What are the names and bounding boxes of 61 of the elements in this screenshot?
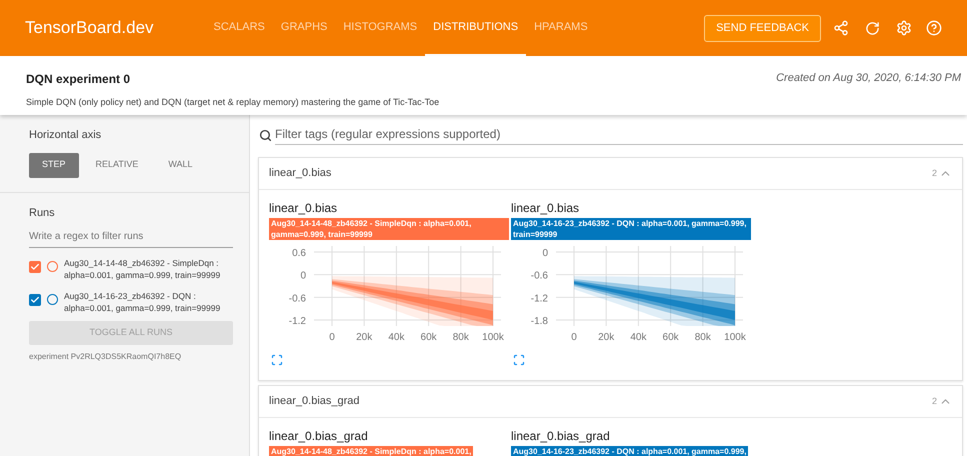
brand-title: TensorBoard.dev	[25, 17, 154, 40]
experiment-title: DQN experiment 0	[26, 71, 130, 88]
run-name: Aug30_14-14-48_zb46392 - SimpleDqn : alpha=0.001, gamma=0.999, train=99999	[64, 257, 222, 281]
section-title: linear_0.bias_grad	[269, 394, 360, 410]
tag-filter-field[interactable]: Filter tags (regular expressions supported)	[275, 125, 963, 145]
experiment-id: experiment Pv2RLQ3DS5KRaomQI7h8EQ	[29, 351, 182, 363]
y-tick-label: -0.6	[288, 293, 306, 304]
experiment-description: Simple DQN (only policy net) and DQN (target net & replay memory) mastering the game of Tic-Tac-Toe	[26, 96, 440, 109]
nav-tab[interactable]: HISTOGRAMS	[335, 0, 426, 56]
axis-option[interactable]: WALL	[155, 152, 206, 178]
run-name: Aug30_14-16-23_zb46392 - DQN : alpha=0.001, gamma=0.999, train=99999	[64, 290, 222, 314]
axis-option[interactable]: RELATIVE	[82, 152, 152, 178]
x-tick-label: 60k	[420, 332, 437, 343]
chart-title: linear_0.bias	[511, 200, 580, 217]
runs-label: Runs	[29, 206, 56, 220]
chart-title: linear_0.bias_grad	[269, 428, 368, 445]
y-tick-label: 0	[542, 248, 548, 259]
run-filter-field[interactable]: Write a regex to filter runs	[29, 229, 233, 248]
axis-label: Horizontal axis	[29, 128, 102, 143]
nav-tab[interactable]: GRAPHS	[272, 0, 336, 56]
y-tick-label: -1.8	[530, 316, 548, 327]
x-tick-label: 100k	[482, 332, 504, 343]
run-label: Aug30_14-16-23_zb46392 - DQN : alpha=0.001, gamma=0.999,	[511, 446, 748, 456]
x-tick-label: 20k	[598, 332, 614, 343]
refresh-icon[interactable]	[865, 20, 880, 36]
toggle-all-runs-button[interactable]: TOGGLE ALL RUNS	[29, 321, 233, 345]
chart-title: linear_0.bias_grad	[511, 428, 610, 445]
help-icon[interactable]	[926, 20, 942, 36]
x-tick-label: 40k	[630, 332, 646, 343]
x-tick-label: 60k	[662, 332, 679, 343]
nav-tab[interactable]: HPARAMS	[526, 0, 596, 56]
x-tick-label: 40k	[388, 332, 404, 343]
section-title: linear_0.bias	[269, 166, 332, 182]
x-tick-label: 80k	[694, 332, 711, 343]
y-tick-label: 0	[300, 270, 306, 282]
section-toggle[interactable]: 2	[932, 394, 952, 408]
x-tick-label: 80k	[452, 332, 469, 343]
run-label: Aug30_14-16-23_zb46392 - DQN : alpha=0.001, gamma=0.999, train=99999	[511, 218, 751, 240]
y-tick-label: -0.6	[530, 270, 548, 282]
y-tick-label: -1.2	[288, 316, 306, 327]
fullscreen-icon[interactable]	[271, 354, 283, 366]
run-checkbox[interactable]	[29, 294, 41, 306]
created-date: Created on Aug 30, 2020, 6:14:30 PM	[776, 71, 961, 86]
x-tick-label: 0	[329, 332, 335, 343]
run-checkbox[interactable]	[29, 261, 41, 273]
nav-tab[interactable]: SCALARS	[206, 0, 273, 56]
run-label: Aug30_14-14-48_zb46392 - SimpleDqn : alpha=0.001,	[269, 446, 474, 456]
x-tick-label: 0	[571, 332, 577, 343]
search-icon	[259, 128, 272, 142]
share-icon[interactable]	[833, 20, 849, 36]
send-feedback-button[interactable]: SEND FEEDBACK	[704, 14, 821, 42]
y-tick-label: -1.2	[530, 293, 548, 304]
y-tick-label: 0.6	[292, 248, 306, 259]
section-toggle[interactable]: 2	[932, 166, 952, 180]
x-tick-label: 20k	[356, 332, 372, 343]
settings-icon[interactable]	[896, 20, 912, 36]
fullscreen-icon[interactable]	[513, 354, 525, 366]
axis-option[interactable]: STEP	[29, 152, 79, 178]
run-label: Aug30_14-14-48_zb46392 - SimpleDqn : alpha=0.001, gamma=0.999, train=99999	[269, 218, 509, 240]
chart-title: linear_0.bias	[269, 200, 338, 217]
x-tick-label: 100k	[724, 332, 746, 343]
